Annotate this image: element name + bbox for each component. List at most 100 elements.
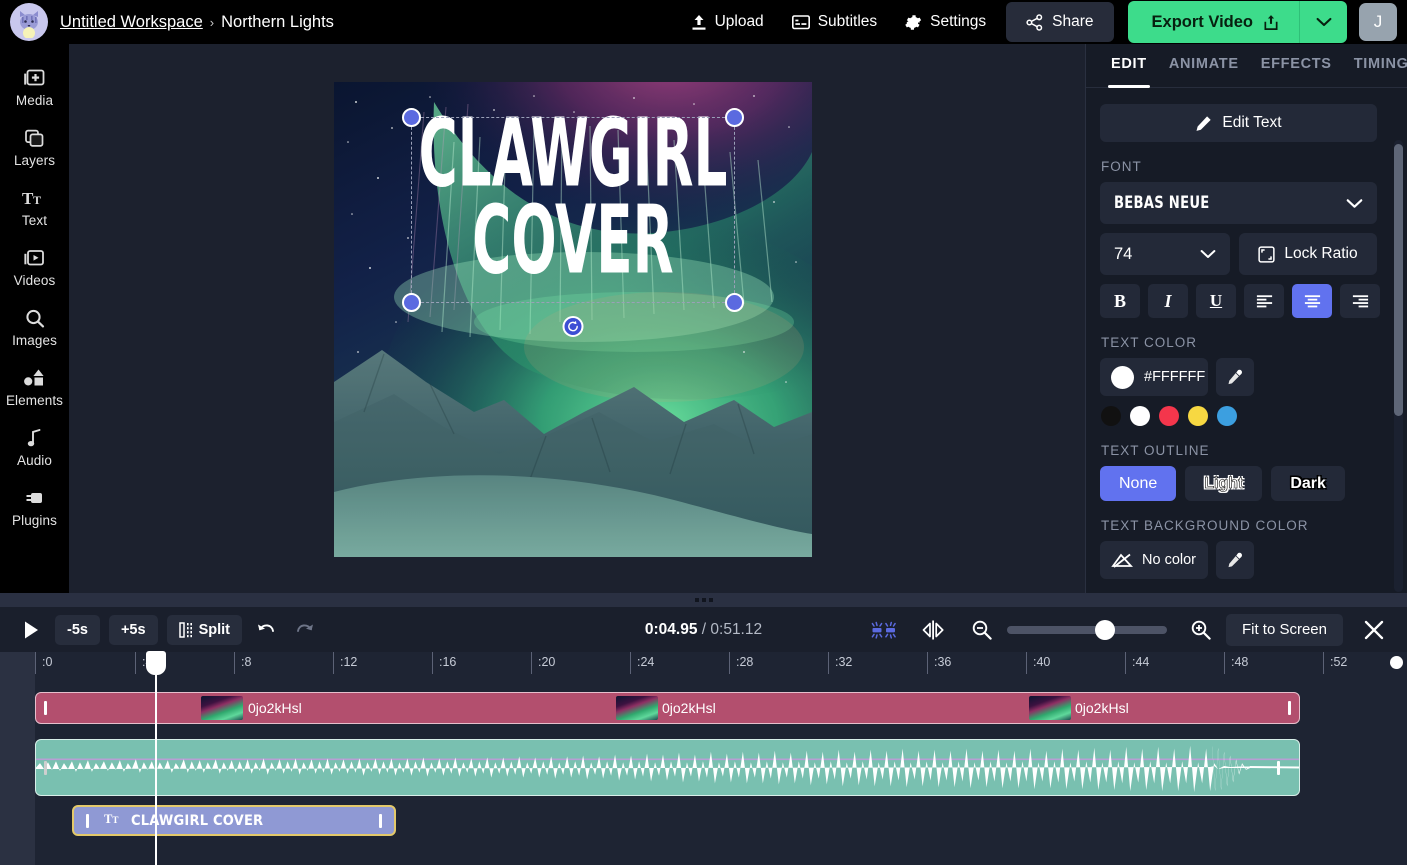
sidebar-item-audio[interactable]: Audio (0, 418, 69, 478)
panel-scrollbar-thumb[interactable] (1394, 144, 1403, 416)
text-background-color-field[interactable]: No color (1100, 541, 1208, 579)
subtitles-button[interactable]: Subtitles (778, 3, 891, 41)
bold-button[interactable]: B (1100, 284, 1140, 318)
undo-button[interactable] (251, 615, 281, 645)
clip-trim-handle-left[interactable] (86, 814, 89, 828)
back-5s-button[interactable]: -5s (55, 615, 100, 645)
forward-5s-button[interactable]: +5s (109, 615, 158, 645)
tab-animate[interactable]: ANIMATE (1158, 44, 1250, 87)
swatch-blue[interactable] (1217, 406, 1237, 426)
tab-effects[interactable]: EFFECTS (1250, 44, 1343, 87)
resize-handle-top-right[interactable] (725, 108, 744, 127)
sidebar-item-images[interactable]: Images (0, 298, 69, 358)
rotate-handle[interactable] (563, 316, 584, 337)
upload-button[interactable]: Upload (677, 3, 778, 41)
zoom-out-button[interactable] (967, 615, 997, 645)
edit-text-button[interactable]: Edit Text (1100, 104, 1377, 142)
top-bar-actions: Upload Subtitles Settings (677, 1, 1397, 43)
outline-none-button[interactable]: None (1100, 466, 1176, 501)
align-center-button[interactable] (1292, 284, 1332, 318)
ruler-tick: :8 (234, 652, 251, 674)
clip-trim-handle-right[interactable] (379, 814, 382, 828)
zoom-in-icon (1190, 619, 1212, 641)
tab-edit[interactable]: EDIT (1100, 44, 1158, 87)
tab-timing[interactable]: TIMING (1343, 44, 1407, 87)
ruler-tick: :28 (729, 652, 753, 674)
swatch-yellow[interactable] (1188, 406, 1208, 426)
font-size-select[interactable]: 74 (1100, 233, 1230, 275)
elements-icon (23, 366, 47, 390)
timeline[interactable]: :0 :4 :8 :12 :16 :20 :24 :28 :32 :36 :40… (0, 652, 1407, 865)
preview-stage: CLAWGIRL COVER (69, 44, 1085, 593)
export-options-button[interactable] (1299, 1, 1347, 43)
clip-trim-handle-left[interactable] (44, 701, 47, 715)
ruler-tick: :24 (630, 652, 654, 674)
underline-button[interactable]: U (1196, 284, 1236, 318)
settings-button[interactable]: Settings (891, 3, 1000, 41)
audio-clip-track-2[interactable] (35, 739, 1300, 796)
user-avatar-button[interactable]: J (1359, 3, 1397, 41)
svg-text:T: T (33, 193, 41, 207)
play-button[interactable] (16, 620, 46, 640)
timeline-scroll-handle[interactable] (1390, 656, 1403, 669)
text-background-color-row: No color (1100, 541, 1393, 579)
align-left-button[interactable] (1244, 284, 1284, 318)
align-right-button[interactable] (1340, 284, 1380, 318)
sidebar-item-media[interactable]: Media (0, 58, 69, 118)
text-color-field[interactable]: #FFFFFF (1100, 358, 1208, 396)
playhead[interactable] (155, 652, 157, 865)
outline-light-button[interactable]: Light (1185, 466, 1262, 501)
sidebar-item-videos[interactable]: Videos (0, 238, 69, 298)
clip-trim-handle-right[interactable] (1288, 701, 1291, 715)
text-clip-track-3[interactable]: T T CLAWGIRL COVER (72, 805, 396, 836)
clip-label: 0jo2kHsl (248, 700, 302, 716)
zoom-in-button[interactable] (1186, 615, 1216, 645)
font-size-row: 74 Lock Ratio (1100, 233, 1393, 275)
italic-button[interactable]: I (1148, 284, 1188, 318)
text-color-eyedropper-button[interactable] (1216, 358, 1254, 396)
sidebar-item-plugins[interactable]: Plugins (0, 478, 69, 538)
resize-handle-bottom-right[interactable] (725, 293, 744, 312)
mirror-split-button[interactable] (918, 615, 948, 645)
resize-handle-bottom-left[interactable] (402, 293, 421, 312)
text-background-eyedropper-button[interactable] (1216, 541, 1254, 579)
playhead-handle[interactable] (146, 651, 166, 675)
align-right-icon (1351, 294, 1370, 308)
redo-button[interactable] (290, 615, 320, 645)
zoom-slider[interactable] (1007, 626, 1167, 634)
ruler-tick: :44 (1125, 652, 1149, 674)
clip-thumbnail (616, 696, 658, 720)
clip-trim-handle-right[interactable] (1277, 761, 1280, 775)
timeline-ruler[interactable]: :0 :4 :8 :12 :16 :20 :24 :28 :32 :36 :40… (35, 652, 1407, 674)
font-family-select[interactable]: Bebas Neue (1100, 182, 1377, 224)
resize-handle-top-left[interactable] (402, 108, 421, 127)
clip-trim-handle-left[interactable] (44, 761, 47, 775)
swatch-black[interactable] (1101, 406, 1121, 426)
panel-tabs: EDIT ANIMATE EFFECTS TIMING (1086, 44, 1407, 88)
text-selection-box[interactable] (411, 117, 735, 303)
zoom-slider-knob[interactable] (1095, 620, 1115, 640)
share-button[interactable]: Share (1006, 2, 1113, 42)
plugins-icon (23, 486, 47, 510)
split-button[interactable]: Split (167, 615, 242, 645)
export-video-button[interactable]: Export Video (1128, 1, 1299, 43)
fit-to-screen-button[interactable]: Fit to Screen (1226, 614, 1343, 646)
video-clip-track-1[interactable]: 0jo2kHsl 0jo2kHsl 0jo2kHsl (35, 692, 1300, 724)
sidebar-label-videos: Videos (14, 273, 56, 288)
panel-resize-handle[interactable] (0, 593, 1407, 607)
cat-avatar[interactable] (10, 3, 48, 41)
breadcrumb-workspace[interactable]: Untitled Workspace (60, 13, 203, 32)
font-section-label: FONT (1101, 159, 1393, 174)
swatch-red[interactable] (1159, 406, 1179, 426)
close-timeline-button[interactable] (1357, 613, 1391, 647)
snap-button[interactable] (869, 615, 899, 645)
sidebar-item-text[interactable]: T T Text (0, 178, 69, 238)
breadcrumb-project[interactable]: Northern Lights (221, 13, 334, 32)
lock-ratio-button[interactable]: Lock Ratio (1239, 233, 1377, 275)
ruler-tick: :40 (1026, 652, 1050, 674)
video-canvas[interactable]: CLAWGIRL COVER (334, 82, 812, 557)
sidebar-item-layers[interactable]: Layers (0, 118, 69, 178)
outline-dark-button[interactable]: Dark (1271, 466, 1345, 501)
swatch-white[interactable] (1130, 406, 1150, 426)
sidebar-item-elements[interactable]: Elements (0, 358, 69, 418)
